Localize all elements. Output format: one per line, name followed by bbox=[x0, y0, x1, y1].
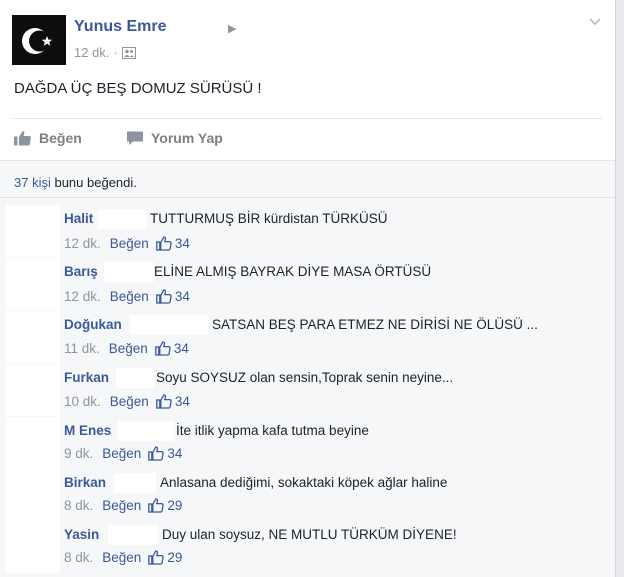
comment-time[interactable]: 8 dk. bbox=[64, 550, 93, 565]
comment-body: M Enes İte itlik yapma kafa tutma beyine bbox=[64, 421, 369, 441]
comment-label: Yorum Yap bbox=[151, 130, 223, 146]
comment-meta: 9 dk. Beğen 34 bbox=[64, 446, 182, 461]
likes-count-link[interactable]: 37 kişi bbox=[14, 175, 51, 190]
friends-icon[interactable] bbox=[121, 47, 136, 62]
thumbs-up-icon bbox=[14, 131, 31, 146]
comment-text: Soyu SOYSUZ olan sensin,Toprak senin ney… bbox=[156, 370, 454, 385]
comment-text: Duy ulan soysuz, NE MUTLU TÜRKÜM DİYENE! bbox=[162, 527, 457, 542]
comment-like-count[interactable]: 34 bbox=[175, 394, 190, 409]
redacted-area bbox=[116, 368, 154, 388]
comment-time[interactable]: 11 dk. bbox=[64, 341, 100, 356]
meta-separator: · bbox=[113, 45, 118, 60]
comment-text: SATSAN BEŞ PARA ETMEZ NE DİRİSİ NE ÖLÜSÜ… bbox=[212, 317, 538, 332]
comment-body: Furkan Soyu SOYSUZ olan sensin,Toprak se… bbox=[64, 368, 453, 388]
comment-avatar[interactable] bbox=[6, 364, 60, 416]
comment-like-count[interactable]: 29 bbox=[167, 550, 182, 565]
comment-text: ELİNE ALMIŞ BAYRAK DİYE MASA ÖRTÜSÜ bbox=[154, 264, 432, 279]
comment-body: Yasin Duy ulan soysuz, NE MUTLU TÜRKÜM D… bbox=[64, 525, 457, 545]
thumbs-up-icon bbox=[155, 289, 172, 304]
arrow-icon: ▶ bbox=[228, 23, 237, 35]
comment-body: Doğukan SATSAN BEŞ PARA ETMEZ NE DİRİSİ … bbox=[64, 315, 538, 335]
comment-body: Halit TUTTURMUŞ BİR kürdistan TÜRKÜSÜ bbox=[64, 209, 388, 229]
comment-meta: 12 dk. Beğen 34 bbox=[64, 236, 190, 251]
comment-like-count[interactable]: 34 bbox=[175, 236, 190, 251]
author-avatar[interactable] bbox=[12, 15, 66, 65]
thumbs-up-icon bbox=[155, 236, 172, 251]
comment-author[interactable]: Yasin bbox=[64, 527, 99, 542]
comment-author[interactable]: M Enes bbox=[64, 423, 111, 438]
thumbs-up-icon bbox=[148, 498, 165, 513]
comment-author[interactable]: Doğukan bbox=[64, 317, 122, 332]
comment-like-count[interactable]: 34 bbox=[167, 446, 182, 461]
likes-summary: 37 kişi bunu beğendi. bbox=[14, 175, 137, 190]
comment-like-link[interactable]: Beğen bbox=[102, 550, 141, 565]
comment-icon bbox=[127, 131, 143, 145]
comment-meta: 10 dk. Beğen 34 bbox=[64, 394, 190, 409]
redacted-area bbox=[104, 262, 154, 282]
post-card: Yunus Emre ▶ 12 dk. · DAĞDA ÜÇ BEŞ DOMUZ … bbox=[0, 0, 616, 577]
comment-meta: 12 dk. Beğen 34 bbox=[64, 289, 190, 304]
comment-text: TUTTURMUŞ BİR kürdistan TÜRKÜSÜ bbox=[150, 211, 388, 226]
comment-like-link[interactable]: Beğen bbox=[102, 498, 141, 513]
crescent-star-icon bbox=[12, 15, 66, 65]
comment-like-link[interactable]: Beğen bbox=[110, 394, 149, 409]
redacted-area bbox=[118, 421, 174, 441]
thumbs-up-icon bbox=[148, 446, 165, 461]
thumbs-up-icon bbox=[155, 394, 172, 409]
thumbs-up-icon bbox=[148, 550, 165, 565]
comment-avatar[interactable] bbox=[6, 469, 60, 521]
comment-body: Barış ELİNE ALMIŞ BAYRAK DİYE MASA ÖRTÜS… bbox=[64, 262, 431, 282]
comment-meta: 8 dk. Beğen 29 bbox=[64, 550, 182, 565]
comment-time[interactable]: 9 dk. bbox=[64, 446, 93, 461]
comment-author[interactable]: Furkan bbox=[64, 370, 109, 385]
comment-avatar[interactable] bbox=[6, 521, 60, 573]
redacted-area bbox=[114, 473, 156, 493]
comment-like-link[interactable]: Beğen bbox=[102, 446, 141, 461]
chevron-down-icon[interactable] bbox=[588, 14, 602, 28]
comment-button[interactable]: Yorum Yap bbox=[126, 130, 223, 146]
comment-avatar[interactable] bbox=[6, 205, 60, 257]
like-button[interactable]: Beğen bbox=[14, 130, 82, 146]
comment-author[interactable]: Birkan bbox=[64, 475, 106, 490]
comment-avatar[interactable] bbox=[6, 258, 60, 310]
comment-like-count[interactable]: 34 bbox=[174, 341, 189, 356]
comment-author[interactable]: Halit bbox=[64, 211, 93, 226]
comment-time[interactable]: 12 dk. bbox=[64, 236, 101, 251]
comment-time[interactable]: 8 dk. bbox=[64, 498, 93, 513]
likes-summary-text: bunu beğendi. bbox=[50, 175, 137, 190]
comment-time[interactable]: 10 dk. bbox=[64, 394, 101, 409]
comment-like-link[interactable]: Beğen bbox=[110, 236, 149, 251]
post-text: DAĞDA ÜÇ BEŞ DOMUZ SÜRÜSÜ ! bbox=[14, 80, 262, 97]
redacted-area bbox=[108, 525, 158, 545]
comment-author[interactable]: Barış bbox=[64, 264, 98, 279]
divider bbox=[0, 197, 615, 198]
post-meta: 12 dk. · bbox=[74, 45, 136, 62]
redacted-area bbox=[174, 18, 214, 40]
comment-like-count[interactable]: 34 bbox=[175, 289, 190, 304]
comment-meta: 11 dk. Beğen 34 bbox=[64, 341, 189, 356]
author-name[interactable]: Yunus Emre bbox=[74, 18, 166, 36]
comment-avatar[interactable] bbox=[6, 311, 60, 363]
redacted-area bbox=[130, 315, 208, 335]
comment-avatar[interactable] bbox=[6, 417, 60, 469]
post-time[interactable]: 12 dk. bbox=[74, 45, 109, 60]
comment-text: İte itlik yapma kafa tutma beyine bbox=[176, 423, 369, 438]
comment-like-link[interactable]: Beğen bbox=[110, 289, 149, 304]
comment-body: Birkan Anlasana dediğimi, sokaktaki köpe… bbox=[64, 473, 447, 493]
comment-like-count[interactable]: 29 bbox=[167, 498, 182, 513]
comment-text: Anlasana dediğimi, sokaktaki köpek ağlar… bbox=[160, 475, 448, 490]
redacted-area bbox=[98, 209, 146, 229]
comment-time[interactable]: 12 dk. bbox=[64, 289, 101, 304]
divider bbox=[12, 118, 602, 119]
comments-section: 37 kişi bunu beğendi. Halit TUTTURMUŞ Bİ… bbox=[0, 160, 615, 577]
comment-like-link[interactable]: Beğen bbox=[109, 341, 148, 356]
thumbs-up-icon bbox=[154, 341, 171, 356]
like-label: Beğen bbox=[39, 130, 82, 146]
comment-meta: 8 dk. Beğen 29 bbox=[64, 498, 182, 513]
